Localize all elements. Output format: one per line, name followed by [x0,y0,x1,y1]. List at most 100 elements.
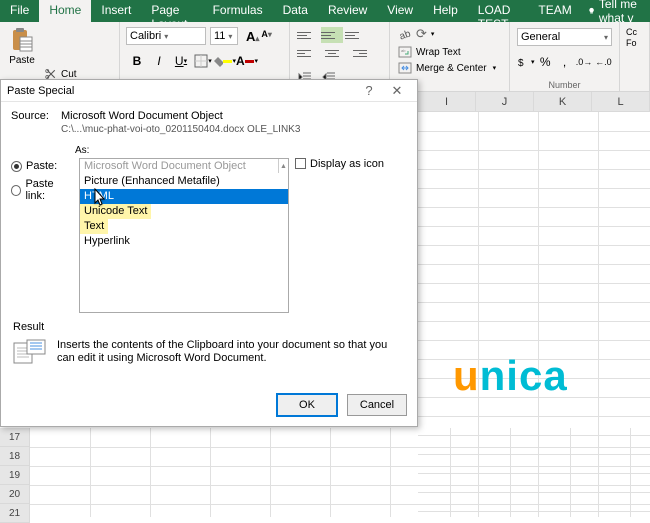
as-label: As: [75,145,407,156]
comma-button[interactable]: , [556,51,573,73]
tab-team[interactable]: TEAM [528,0,581,22]
align-right-button[interactable] [345,45,367,61]
row-header[interactable]: 18 [0,447,30,466]
align-middle-button[interactable] [321,27,343,43]
column-header[interactable]: L [592,92,650,112]
tab-page-layout[interactable]: Page Layout [141,0,202,22]
cancel-button[interactable]: Cancel [347,394,407,416]
cells-fragment: Cc Fo [624,24,645,52]
font-color-button[interactable]: A▾ [236,50,258,72]
radio-link-label: Paste link: [25,178,73,202]
ribbon-search[interactable]: Tell me what y [582,0,650,22]
merge-label: Merge & Center [416,63,487,74]
clipboard-icon [10,27,34,53]
source-value: Microsoft Word Document Object [61,110,407,122]
tab-view[interactable]: View [377,0,423,22]
row-header[interactable]: 19 [0,466,30,485]
merge-icon [398,62,412,74]
chevron-down-icon: ▾ [604,33,608,42]
svg-text:ab: ab [398,28,412,41]
paste-special-dialog: Paste Special ? ✕ Source: Microsoft Word… [0,79,418,427]
wrap-icon: ab [398,46,412,58]
column-header[interactable]: J [476,92,534,112]
dialog-titlebar[interactable]: Paste Special ? ✕ [1,80,417,102]
list-item[interactable]: Hyperlink [80,234,288,249]
decrease-decimal-button[interactable]: ←.0 [595,51,612,73]
display-as-icon-label: Display as icon [310,158,384,170]
result-icon [13,339,47,365]
list-item[interactable]: Microsoft Word Document Object [80,159,288,174]
increase-font-button[interactable]: A▴ [246,29,259,44]
wrap-text-button[interactable]: ab Wrap Text [394,44,505,60]
close-button[interactable]: ✕ [383,83,411,99]
bucket-icon [214,55,223,67]
row-headers: 17 18 19 20 21 [0,428,30,517]
font-name: Calibri [130,30,161,42]
align-bottom-button[interactable] [345,27,367,43]
source-label: Source: [11,110,51,135]
dialog-title: Paste Special [7,85,355,97]
orientation-button[interactable]: ab ⟳▾ [394,24,505,44]
bulb-icon [588,5,595,17]
ribbon-tabs: File Home Insert Page Layout Formulas Da… [0,0,650,22]
font-size-dropdown[interactable]: 11 ▾ [210,27,238,45]
percent-button[interactable]: % [537,51,554,73]
bold-button[interactable]: B [126,50,148,72]
list-item[interactable]: Text [80,219,108,234]
number-format-dropdown[interactable]: General ▾ [517,28,612,46]
cut-label: Cut [61,69,77,80]
row-header[interactable]: 20 [0,485,30,504]
radio-paste-link[interactable]: Paste link: [11,178,73,202]
increase-decimal-button[interactable]: .0→ [575,51,592,73]
svg-text:$: $ [518,58,524,68]
tab-review[interactable]: Review [318,0,377,22]
list-item-selected[interactable]: HTML [80,189,289,204]
accounting-button[interactable]: $▾ [517,51,535,73]
cell-grid-bl[interactable] [30,428,650,517]
tab-data[interactable]: Data [273,0,318,22]
font-size: 11 [214,30,225,42]
align-top-button[interactable] [297,27,319,43]
as-listbox[interactable]: Microsoft Word Document Object Picture (… [79,158,289,313]
radio-paste-label: Paste: [26,160,57,172]
italic-button[interactable]: I [148,50,170,72]
fill-color-button[interactable]: ▾ [214,50,236,72]
tab-load-test[interactable]: LOAD TEST [468,0,529,22]
number-format: General [521,31,560,43]
align-left-button[interactable] [297,45,319,61]
list-item[interactable]: Picture (Enhanced Metafile) [80,174,288,189]
source-path: C:\...\muc-phat-voi-oto_0201150404.docx … [61,124,407,135]
tab-home[interactable]: Home [39,0,91,22]
underline-button[interactable]: U▾ [170,50,192,72]
ok-button[interactable]: OK [277,394,337,416]
svg-text:ab: ab [401,48,406,53]
decrease-font-button[interactable]: A▾ [261,29,272,44]
radio-paste[interactable]: Paste: [11,160,73,172]
list-item[interactable]: Unicode Text [80,204,151,219]
scrollbar-up[interactable]: ▲ [278,159,288,173]
column-header[interactable]: I [418,92,476,112]
unica-logo: unica [453,352,568,400]
currency-icon: $ [517,56,531,68]
align-center-button[interactable] [321,45,343,61]
row-header[interactable]: 17 [0,428,30,447]
column-header[interactable]: K [534,92,592,112]
merge-center-button[interactable]: Merge & Center▾ [394,60,505,76]
display-as-icon-checkbox[interactable] [295,158,306,169]
paste-button[interactable]: Paste [4,24,40,66]
tab-formulas[interactable]: Formulas [203,0,273,22]
tab-insert[interactable]: Insert [91,0,141,22]
row-header[interactable]: 21 [0,504,30,523]
paste-label: Paste [9,55,35,66]
tab-file[interactable]: File [0,0,39,22]
borders-button[interactable]: ▾ [192,50,214,72]
chevron-down-icon: ▾ [228,32,232,41]
borders-icon [194,54,208,68]
font-name-dropdown[interactable]: Calibri ▾ [126,27,206,45]
tab-help[interactable]: Help [423,0,468,22]
group-cells: Cc Fo [620,22,650,91]
result-label: Result [13,321,407,333]
help-button[interactable]: ? [355,83,383,98]
group-number: General ▾ $▾ % , .0→ ←.0 Number [510,22,620,91]
wrap-label: Wrap Text [416,47,461,58]
